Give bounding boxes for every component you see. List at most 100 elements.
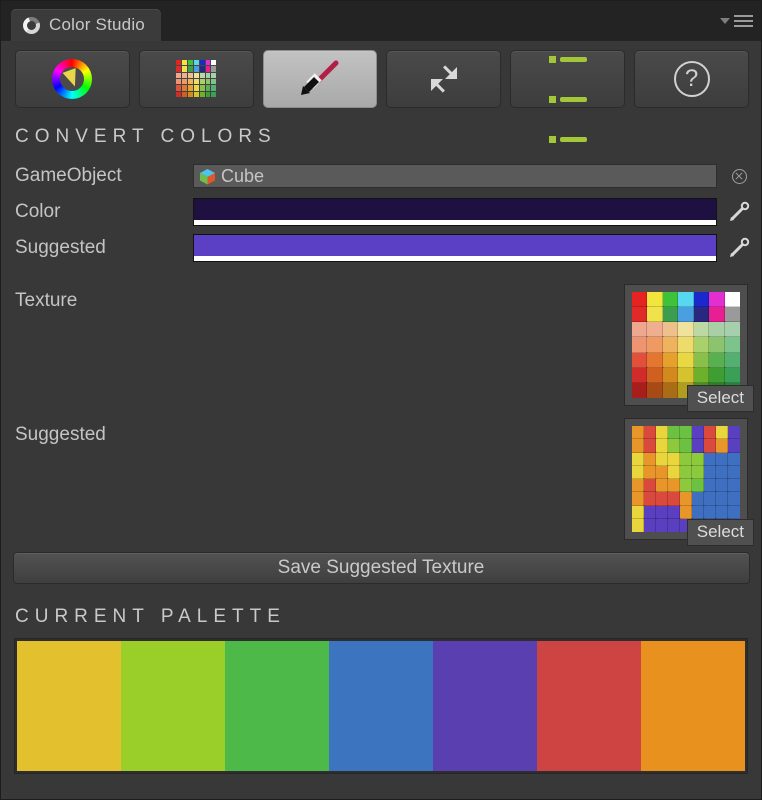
palette-icon-cell xyxy=(199,85,205,91)
palette-swatch[interactable] xyxy=(537,641,641,771)
texture-swatch xyxy=(643,478,657,493)
texture-swatch xyxy=(662,321,679,338)
texture-swatch xyxy=(632,336,648,354)
palette-icon-cell xyxy=(187,72,193,78)
texture-swatch xyxy=(655,504,669,520)
texture-swatch xyxy=(691,465,705,480)
palette-swatch[interactable] xyxy=(121,641,225,771)
texture-preview[interactable]: Select xyxy=(624,284,754,412)
texture-swatch xyxy=(667,478,681,493)
palette-icon-cell xyxy=(187,79,193,85)
texture-swatch xyxy=(708,352,726,369)
palette-icon-cell xyxy=(211,66,217,72)
cube-icon xyxy=(200,168,215,184)
palette-swatch[interactable] xyxy=(433,641,537,771)
suggested-texture-preview[interactable]: Select xyxy=(624,418,754,546)
texture-swatch xyxy=(662,306,679,323)
gameobject-clear-button[interactable] xyxy=(717,168,761,184)
mode-toolbar: ? xyxy=(1,15,761,143)
palette-grid-tab[interactable] xyxy=(138,50,254,108)
shrink-arrows-icon xyxy=(430,65,457,93)
palette-swatch[interactable] xyxy=(329,641,433,771)
suggested-color-swatch-field[interactable] xyxy=(193,234,717,262)
palette-swatch[interactable] xyxy=(641,641,745,771)
palette-icon-cell xyxy=(176,60,182,66)
suggested-color-swatch xyxy=(194,235,716,256)
current-palette-heading: CURRENT PALETTE xyxy=(15,606,286,627)
suggested-texture-select-button[interactable]: Select xyxy=(686,519,754,546)
palette-icon-cell xyxy=(182,60,187,66)
suggested-color-row: Suggested xyxy=(15,230,761,266)
texture-swatch xyxy=(708,336,726,354)
texture-swatch xyxy=(679,478,693,493)
palette-icon-cell xyxy=(193,79,199,85)
hamburger-menu-icon[interactable] xyxy=(734,15,753,27)
texture-swatch xyxy=(667,451,681,467)
color-swatch-field[interactable] xyxy=(193,198,717,226)
texture-swatch xyxy=(703,478,717,493)
color-eyedropper-button[interactable] xyxy=(717,201,761,223)
texture-swatch xyxy=(727,491,740,507)
color-label: Color xyxy=(15,201,61,222)
save-suggested-texture-button[interactable]: Save Suggested Texture xyxy=(12,552,750,584)
texture-swatch xyxy=(693,336,710,354)
gameobject-field[interactable]: Cube xyxy=(193,164,717,188)
texture-swatch xyxy=(643,504,657,520)
texture-swatch xyxy=(643,426,657,440)
palette-swatch[interactable] xyxy=(225,641,329,771)
suggested-color-eyedropper-button[interactable] xyxy=(717,237,761,259)
texture-swatch xyxy=(677,292,695,308)
color-swatch xyxy=(194,199,716,220)
shrink-tab[interactable] xyxy=(386,50,502,108)
palette-icon-cell xyxy=(199,79,205,85)
texture-swatch xyxy=(724,367,740,384)
suggested-texture-row: Suggested Select xyxy=(1,418,761,546)
texture-swatch xyxy=(727,478,740,493)
texture-swatch xyxy=(667,518,681,532)
texture-swatch xyxy=(679,491,693,507)
texture-swatch xyxy=(662,367,679,384)
palette-icon-cell xyxy=(205,85,211,91)
texture-swatch xyxy=(724,292,740,308)
texture-swatch xyxy=(727,451,740,467)
chevron-down-icon[interactable] xyxy=(720,18,730,24)
palette-swatch[interactable] xyxy=(17,641,121,771)
texture-swatch xyxy=(632,382,648,398)
palette-icon-cell xyxy=(199,60,205,66)
texture-swatch xyxy=(703,426,717,440)
palette-icon-cell xyxy=(187,85,193,91)
palette-icon-cell xyxy=(193,72,199,78)
tab-color-studio[interactable]: Color Studio xyxy=(11,9,161,41)
palette-icon-cell xyxy=(193,66,199,72)
help-tab[interactable]: ? xyxy=(634,50,749,108)
texture-swatch xyxy=(724,306,740,323)
window-title: Color Studio xyxy=(49,15,145,34)
texture-swatch xyxy=(703,451,717,467)
texture-swatch xyxy=(646,306,664,323)
palette-icon-cell xyxy=(182,79,187,85)
texture-swatch xyxy=(703,491,717,507)
paint-brush-icon xyxy=(301,60,339,95)
texture-swatch xyxy=(655,426,669,440)
texture-swatch xyxy=(691,491,705,507)
color-wheel-tab[interactable] xyxy=(15,50,130,108)
gameobject-row: GameObject Cube xyxy=(15,158,761,194)
texture-swatch xyxy=(679,465,693,480)
texture-swatch xyxy=(667,491,681,507)
palette-icon-cell xyxy=(193,91,199,97)
suggested-color-label: Suggested xyxy=(15,237,106,258)
list-tab[interactable] xyxy=(510,15,626,143)
palette-icon-cell xyxy=(211,91,217,97)
gameobject-label: GameObject xyxy=(15,165,122,186)
texture-swatch xyxy=(679,438,693,454)
palette-icon-cell xyxy=(205,60,211,66)
current-palette-strip xyxy=(14,638,748,774)
window-menu-group[interactable] xyxy=(720,15,753,27)
brush-tab[interactable] xyxy=(262,50,378,108)
palette-icon-cell xyxy=(176,91,182,97)
texture-swatch xyxy=(691,504,705,520)
texture-select-button[interactable]: Select xyxy=(686,385,754,412)
window-titlebar: Color Studio xyxy=(1,1,761,41)
color-wheel-icon xyxy=(52,59,93,99)
texture-swatch xyxy=(632,504,645,520)
